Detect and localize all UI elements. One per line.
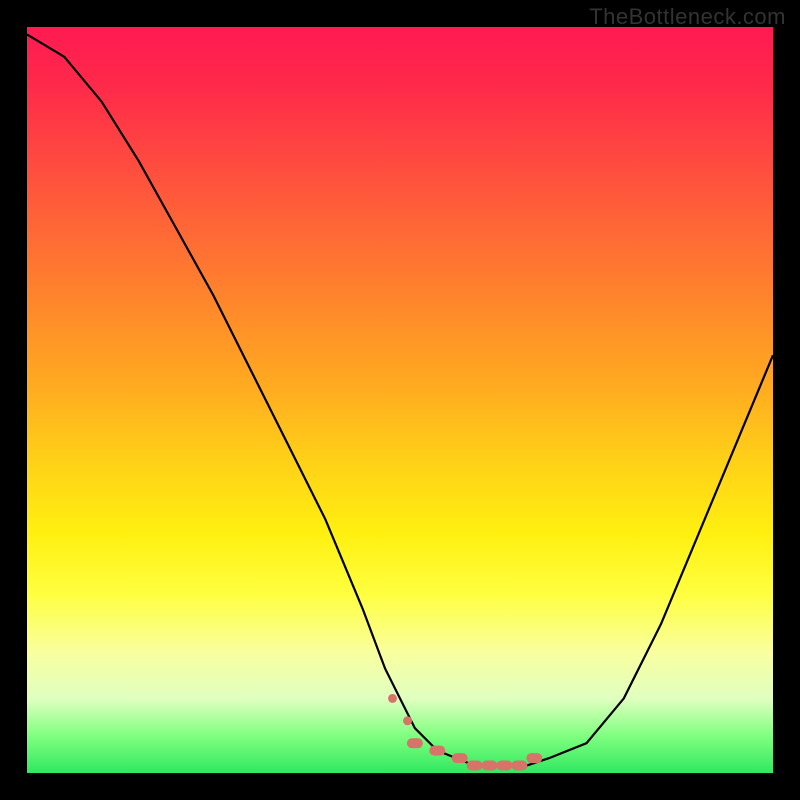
watermark-text: TheBottleneck.com xyxy=(589,4,786,30)
optimal-marker xyxy=(496,761,512,771)
optimal-marker xyxy=(467,761,483,771)
optimal-marker xyxy=(452,753,468,763)
optimal-marker-dot xyxy=(388,694,397,703)
optimal-marker-dot xyxy=(403,716,412,725)
optimal-marker xyxy=(407,738,423,748)
optimal-marker xyxy=(429,746,445,756)
optimal-marker xyxy=(511,761,527,771)
optimal-marker xyxy=(482,761,498,771)
bottleneck-curve xyxy=(27,35,773,766)
chart-svg xyxy=(27,27,773,773)
optimal-markers xyxy=(388,694,542,771)
bottleneck-chart xyxy=(27,27,773,773)
optimal-marker xyxy=(526,753,542,763)
